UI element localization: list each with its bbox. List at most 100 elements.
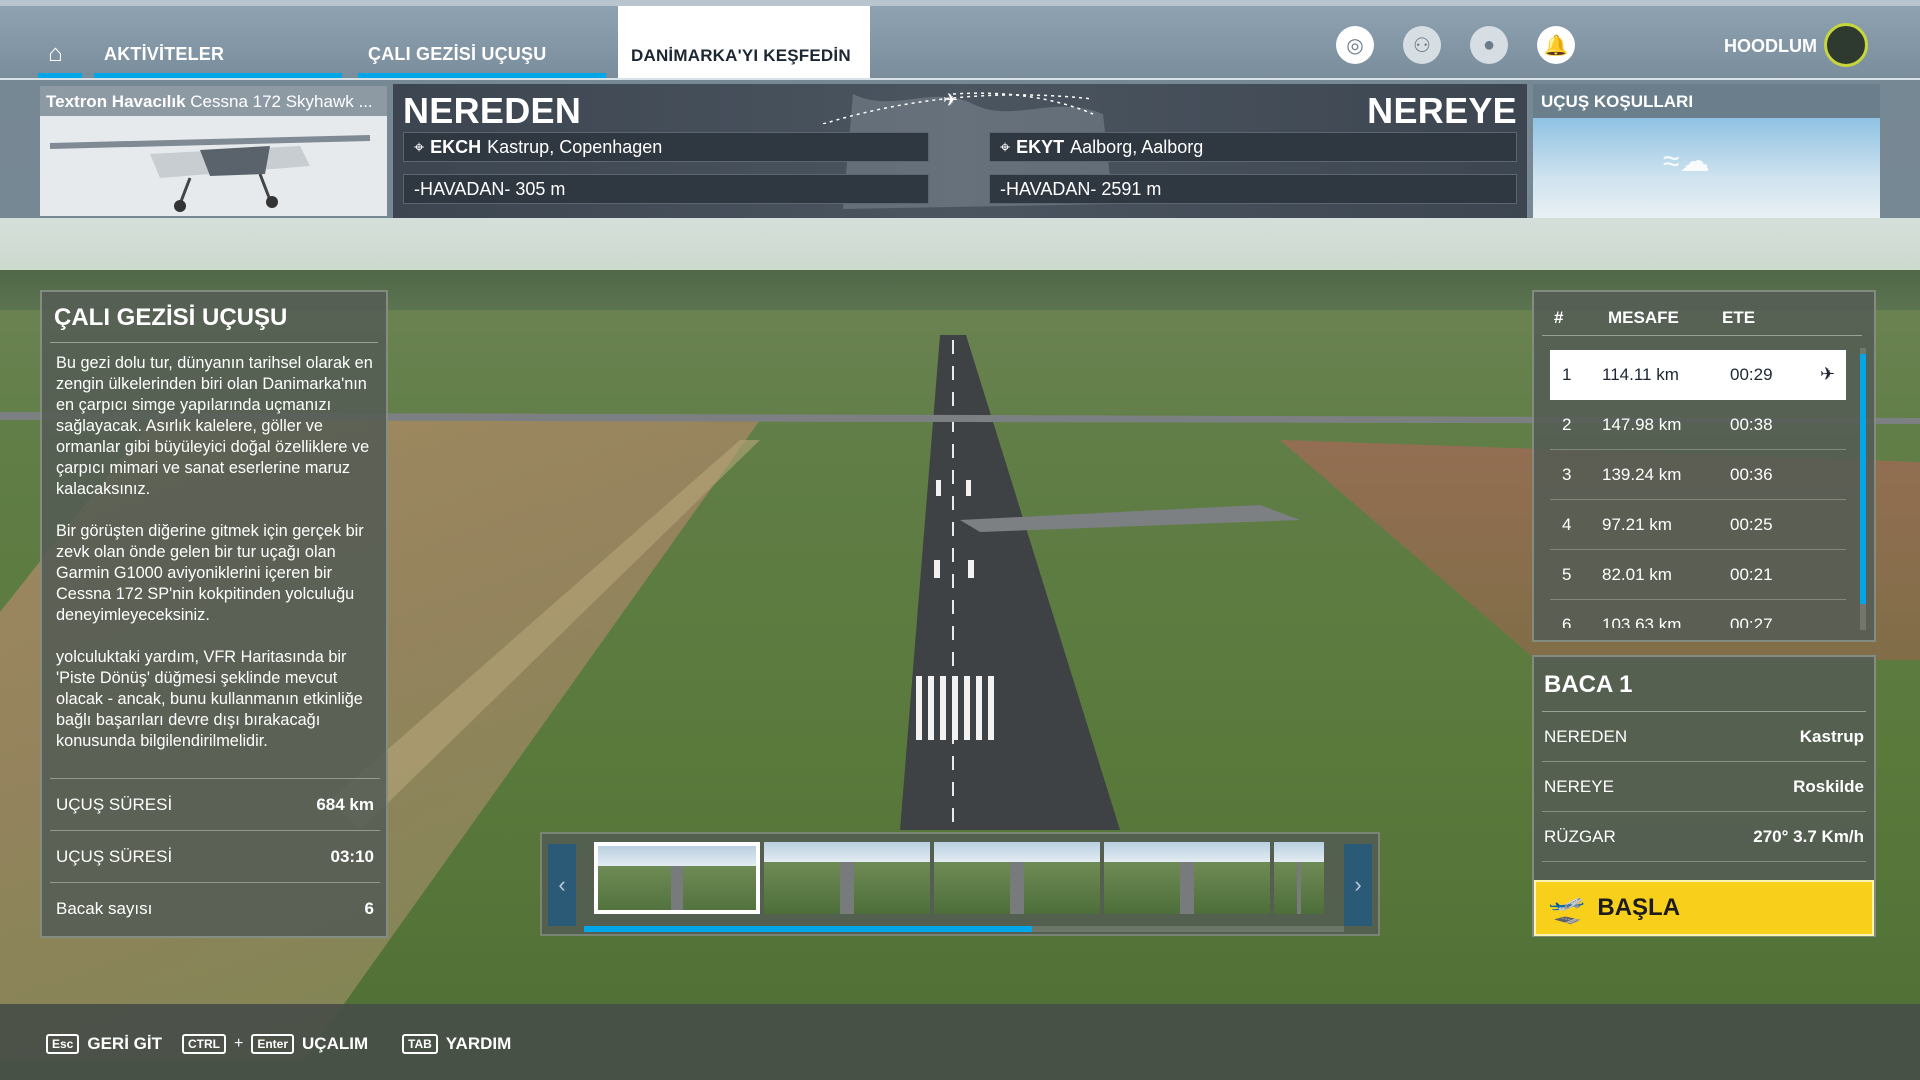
leg-distance: 97.21 km	[1602, 514, 1672, 534]
from-airport-field[interactable]: ⌖ EKCH Kastrup, Copenhagen	[403, 132, 929, 162]
leg-number: 4	[1562, 514, 1572, 534]
start-label: BAŞLA	[1597, 894, 1681, 921]
detail-value: Kastrup	[1799, 726, 1864, 746]
detail-label: NEREDEN	[1544, 726, 1628, 746]
leg-detail-to: NEREYE Roskilde	[1542, 762, 1866, 812]
weather-preview: ≈ ☁	[1533, 118, 1880, 218]
from-code: EKCH	[430, 136, 482, 157]
carousel-thumbnail[interactable]	[934, 842, 1100, 914]
legs-scrollbar[interactable]	[1860, 348, 1866, 630]
from-altitude-field[interactable]: -HAVADAN- 305 m	[403, 174, 929, 204]
aircraft-brand: Textron Havacılık	[46, 92, 186, 111]
leg-distance: 82.01 km	[1602, 564, 1672, 584]
hint-label: YARDIM	[445, 1034, 512, 1053]
col-ete: ETE	[1722, 307, 1756, 327]
hint-help[interactable]: TAB YARDIM	[402, 1034, 511, 1054]
leg-distance: 114.11 km	[1602, 364, 1679, 384]
carousel-thumbnail[interactable]	[1274, 842, 1324, 914]
stat-leg-count: Bacak sayısı 6	[50, 882, 380, 934]
tab-label: DANİMARKA'YI KEŞFEDİN	[631, 46, 851, 65]
tab-discover-denmark[interactable]: DANİMARKA'YI KEŞFEDİN	[618, 6, 870, 78]
key-ctrl: CTRL	[182, 1034, 226, 1054]
from-altitude: -HAVADAN- 305 m	[414, 178, 566, 199]
leg-row[interactable]: 6 103.63 km 00:27	[1550, 600, 1846, 629]
description-title: ÇALI GEZİSİ UÇUŞU	[50, 292, 378, 343]
aircraft-model: Cessna 172 Skyhawk ...	[190, 92, 373, 111]
col-number: #	[1554, 307, 1564, 327]
to-label: NEREYE	[1367, 90, 1517, 131]
leg-row[interactable]: 3 139.24 km 00:36	[1550, 450, 1846, 500]
leg-ete: 00:25	[1730, 514, 1773, 534]
plus-sign: +	[234, 1035, 244, 1052]
tab-label: ÇALI GEZİSİ UÇUŞU	[368, 44, 547, 64]
leg-distance: 147.98 km	[1602, 414, 1682, 434]
leg-ete: 00:36	[1730, 464, 1773, 484]
carousel-prev-button[interactable]: ‹	[548, 844, 576, 926]
aircraft-title: Textron Havacılık Cessna 172 Skyhawk ...	[40, 86, 387, 116]
target-icon[interactable]: ◎	[1336, 26, 1374, 64]
flight-conditions-card[interactable]: UÇUŞ KOŞULLARI ≈ ☁	[1533, 84, 1880, 218]
tab-home[interactable]: ⌂	[38, 6, 82, 78]
leg-distance: 139.24 km	[1602, 464, 1682, 484]
chevron-left-icon: ‹	[558, 872, 566, 897]
route-panel: ✈ NEREDEN NEREYE ⌖ EKCH Kastrup, Copenha…	[393, 84, 1527, 218]
screenshot-carousel: ‹ ›	[540, 832, 1380, 936]
legs-table: # MESAFE ETE 1 114.11 km 00:29 ✈ 2 147.9…	[1532, 290, 1876, 642]
leg-number: 2	[1562, 414, 1572, 434]
stat-value: 03:10	[330, 846, 374, 866]
takeoff-icon: 🛫	[1548, 891, 1586, 925]
hint-fly[interactable]: CTRL + Enter UÇALIM	[182, 1034, 368, 1054]
stat-label: UÇUŞ SÜRESİ	[56, 794, 173, 814]
leg-row[interactable]: 4 97.21 km 00:25	[1550, 500, 1846, 550]
profile-icon[interactable]: ●	[1470, 26, 1508, 64]
leg-row[interactable]: 1 114.11 km 00:29 ✈	[1550, 350, 1846, 400]
tab-activities[interactable]: AKTİVİTELER	[94, 6, 342, 78]
conditions-title: UÇUŞ KOŞULLARI	[1541, 92, 1694, 111]
leg-detail-wind: RÜZGAR 270° 3.7 Km/h	[1542, 812, 1866, 862]
leg-number: 5	[1562, 564, 1572, 584]
from-name: Kastrup, Copenhagen	[487, 136, 663, 157]
leg-ete: 00:29	[1730, 364, 1773, 384]
hint-back[interactable]: Esc GERİ GİT	[46, 1034, 162, 1054]
stat-label: UÇUŞ SÜRESİ	[56, 846, 173, 866]
friends-icon[interactable]: ⚇	[1403, 26, 1441, 64]
to-airport-field[interactable]: ⌖ EKYT Aalborg, Aalborg	[989, 132, 1517, 162]
notification-bell-icon[interactable]: 🔔	[1537, 26, 1575, 64]
carousel-thumbnail[interactable]	[594, 842, 760, 914]
key-esc: Esc	[46, 1034, 80, 1054]
key-enter: Enter	[251, 1034, 295, 1054]
stat-duration: UÇUŞ SÜRESİ 03:10	[50, 830, 380, 882]
detail-value: Roskilde	[1793, 776, 1864, 796]
hint-label: UÇALIM	[302, 1034, 369, 1053]
leg-detail-title: BACA 1	[1542, 657, 1866, 712]
description-paragraph: Bu gezi dolu tur, dünyanın tarihsel olar…	[56, 354, 373, 498]
home-icon: ⌂	[48, 40, 63, 67]
description-paragraph: yolculuktaki yardım, VFR Haritasında bir…	[56, 648, 363, 750]
description-paragraph: Bir görüşten diğerine gitmek için gerçek…	[56, 522, 364, 624]
to-altitude-field[interactable]: -HAVADAN- 2591 m	[989, 174, 1517, 204]
legs-list: 1 114.11 km 00:29 ✈ 2 147.98 km 00:38 3 …	[1550, 350, 1846, 628]
leg-number: 6	[1562, 614, 1572, 629]
to-name: Aalborg, Aalborg	[1070, 136, 1204, 157]
detail-label: NEREYE	[1544, 776, 1614, 796]
aircraft-card[interactable]: Textron Havacılık Cessna 172 Skyhawk ...	[40, 86, 387, 216]
carousel-next-button[interactable]: ›	[1344, 844, 1372, 926]
carousel-progress	[584, 926, 1344, 932]
location-pin-icon: ⌖	[414, 136, 425, 157]
tab-bush-trip[interactable]: ÇALI GEZİSİ UÇUŞU	[358, 6, 606, 78]
avatar[interactable]	[1824, 23, 1868, 67]
carousel-thumbnail[interactable]	[1104, 842, 1270, 914]
leg-detail-from: NEREDEN Kastrup	[1542, 712, 1866, 762]
from-label: NEREDEN	[403, 90, 582, 131]
col-distance: MESAFE	[1608, 307, 1679, 327]
carousel-progress-fill	[584, 926, 1033, 932]
leg-row[interactable]: 2 147.98 km 00:38	[1550, 400, 1846, 450]
legs-table-header: # MESAFE ETE	[1542, 300, 1862, 336]
scrollbar-thumb[interactable]	[1860, 354, 1866, 604]
leg-ete: 00:21	[1730, 564, 1773, 584]
leg-row[interactable]: 5 82.01 km 00:21	[1550, 550, 1846, 600]
carousel-thumbnail[interactable]	[764, 842, 930, 914]
start-button[interactable]: 🛫 BAŞLA	[1534, 880, 1874, 936]
username[interactable]: HOODLUM	[1724, 36, 1817, 57]
airplane-icon: ✈	[943, 90, 959, 110]
